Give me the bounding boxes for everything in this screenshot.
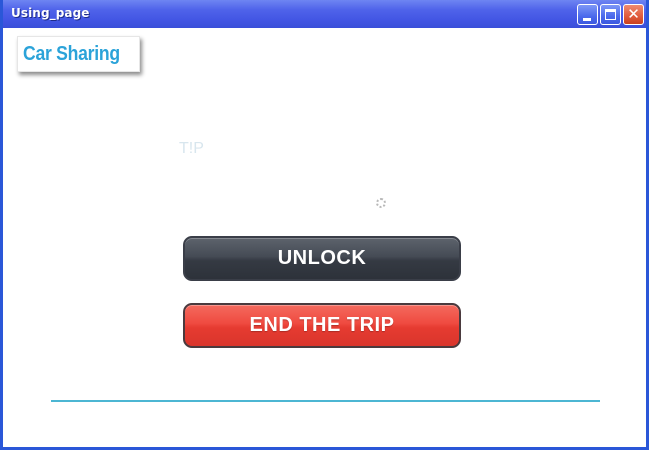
footer-divider: [51, 400, 600, 402]
unlock-button[interactable]: UNLOCK: [183, 236, 461, 281]
close-button[interactable]: ✕: [623, 4, 644, 25]
end-trip-button[interactable]: END THE TRIP: [183, 303, 461, 348]
status-label: T!P: [179, 140, 204, 157]
title-bar[interactable]: Using_page ✕: [3, 0, 646, 28]
maximize-icon: [605, 9, 616, 20]
close-icon: ✕: [627, 5, 640, 23]
app-window: Using_page ✕ Car Sharing T!P UNLOCK END …: [0, 0, 649, 450]
maximize-button[interactable]: [600, 4, 621, 25]
minimize-icon: [583, 18, 591, 21]
logo-text: Car Sharing: [23, 43, 120, 65]
loading-spinner-icon: [376, 198, 386, 208]
app-logo: Car Sharing: [17, 36, 140, 72]
window-title: Using_page: [11, 6, 90, 20]
minimize-button[interactable]: [577, 4, 598, 25]
